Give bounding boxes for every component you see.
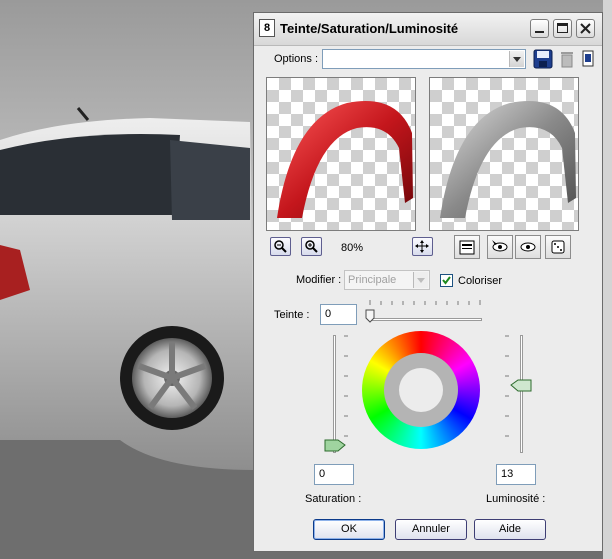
close-button[interactable]	[576, 19, 595, 38]
options-label: Options :	[274, 53, 319, 65]
luminosity-slider-thumb[interactable]	[510, 379, 532, 392]
hue-input[interactable]: 0	[320, 304, 357, 325]
zoom-level: 80%	[341, 242, 364, 254]
result-preview[interactable]	[429, 77, 579, 231]
luminosity-slider-track[interactable]	[520, 335, 523, 453]
modifier-label: Modifier :	[296, 274, 342, 286]
title-bar[interactable]: 8 Teinte/Saturation/Luminosité	[254, 13, 602, 46]
checkmark-icon	[442, 276, 451, 285]
toggle-preview-button[interactable]	[515, 235, 541, 259]
chevron-down-icon[interactable]	[509, 51, 524, 67]
randomize-button[interactable]	[545, 235, 571, 259]
chevron-down-icon[interactable]	[413, 272, 428, 288]
maximize-button[interactable]	[553, 19, 572, 38]
preset-menu-icon	[582, 50, 594, 67]
luminosity-input[interactable]: 13	[496, 464, 536, 485]
background-edge	[603, 0, 612, 559]
hue-slider-thumb[interactable]	[365, 309, 375, 323]
saturation-slider-thumb[interactable]	[324, 439, 346, 452]
colorize-checkbox[interactable]	[440, 274, 453, 287]
delete-preset-button[interactable]	[557, 49, 577, 69]
luminosity-slider-ticks	[505, 335, 509, 437]
options-dropdown[interactable]	[322, 49, 526, 69]
result-preview-image	[440, 101, 576, 218]
minimize-icon	[535, 31, 544, 33]
eye-icon	[520, 242, 536, 252]
preset-options-button[interactable]	[581, 49, 595, 69]
modifier-dropdown[interactable]: Principale	[344, 270, 430, 290]
zoom-out-button[interactable]	[270, 237, 291, 256]
pan-button[interactable]	[412, 237, 433, 256]
saturation-input[interactable]: 0	[314, 464, 354, 485]
original-preview-image	[277, 101, 413, 218]
move-arrows-icon	[415, 240, 429, 253]
color-wheel-center	[399, 368, 443, 412]
proof-preview-button[interactable]	[487, 235, 513, 259]
preview-window-icon	[459, 240, 475, 255]
original-preview[interactable]	[266, 77, 416, 231]
floppy-disk-icon	[533, 49, 553, 69]
close-icon	[580, 23, 591, 34]
hue-label: Teinte :	[274, 309, 310, 321]
luminosity-label: Luminosité :	[486, 493, 546, 505]
zoom-in-button[interactable]	[301, 237, 322, 256]
ok-button[interactable]: OK	[313, 519, 385, 540]
cancel-button[interactable]: Annuler	[395, 519, 467, 540]
trash-icon	[561, 52, 573, 68]
zoom-out-icon	[274, 240, 287, 253]
saturation-label: Saturation :	[305, 493, 362, 505]
app-icon: 8	[259, 19, 275, 37]
modifier-value: Principale	[348, 274, 397, 286]
window-title: Teinte/Saturation/Luminosité	[280, 21, 459, 36]
preview-window-button[interactable]	[454, 235, 480, 259]
hue-saturation-dialog: 8 Teinte/Saturation/Luminosité Options :	[253, 12, 603, 552]
hue-slider-track[interactable]	[368, 318, 482, 321]
zoom-in-icon	[305, 240, 318, 253]
dice-icon	[551, 240, 565, 254]
colorize-label: Coloriser	[458, 275, 503, 287]
maximize-icon	[557, 23, 568, 33]
color-wheel[interactable]	[362, 331, 480, 449]
hue-slider-ticks	[369, 300, 481, 305]
help-button[interactable]: Aide	[474, 519, 546, 540]
eye-cursor-icon	[492, 240, 508, 252]
save-preset-button[interactable]	[533, 49, 553, 69]
minimize-button[interactable]	[530, 19, 549, 38]
saturation-slider-track[interactable]	[333, 335, 336, 453]
saturation-slider-ticks	[344, 335, 348, 437]
